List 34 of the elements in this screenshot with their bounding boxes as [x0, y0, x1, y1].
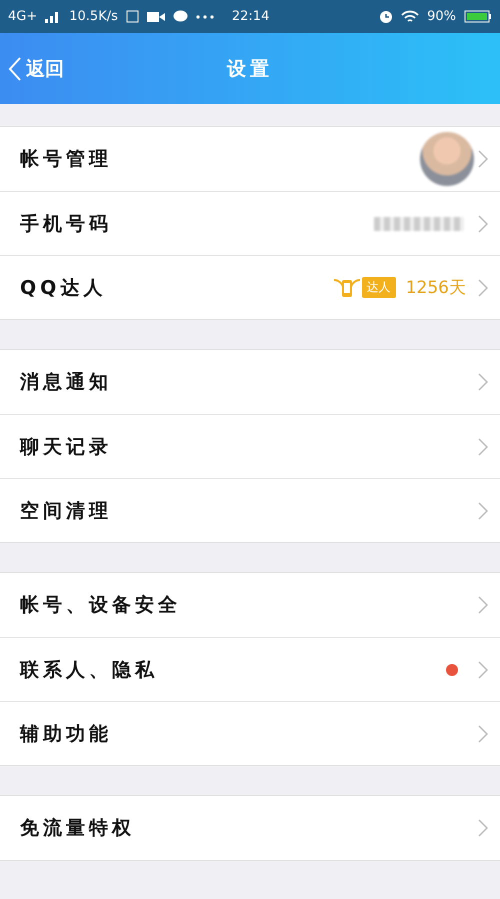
chevron-icon — [478, 214, 488, 232]
setting-label[interactable]: 帐号、设备安全 — [20, 592, 478, 618]
setting-label[interactable]: QQ达人 — [20, 274, 332, 300]
network-speed: 10.5K/s — [69, 9, 118, 24]
chevron-icon — [478, 660, 488, 678]
page-title: 设置 — [227, 56, 273, 82]
clock-time: 22:14 — [232, 9, 270, 24]
setting-label[interactable]: 帐号管理 — [20, 146, 420, 172]
chevron-icon — [478, 724, 488, 742]
setting-label[interactable]: 免流量特权 — [20, 815, 478, 841]
setting-label[interactable]: 消息通知 — [20, 369, 478, 395]
days-count: 1256天 — [406, 277, 466, 299]
chevron-icon — [478, 150, 488, 168]
setting-label[interactable]: 聊天记录 — [20, 434, 478, 460]
setting-label[interactable]: 联系人、隐私 — [20, 656, 446, 682]
setting-label[interactable]: 空间清理 — [20, 498, 478, 524]
video-icon — [146, 10, 165, 22]
battery-percent: 90% — [427, 9, 456, 24]
chevron-icon — [478, 502, 488, 520]
chevron-icon — [478, 819, 488, 837]
network-type: 4G+ — [8, 9, 38, 24]
back-icon — [8, 56, 22, 82]
battery-icon — [464, 10, 492, 23]
chevron-icon — [478, 373, 488, 391]
alarm-icon — [379, 10, 394, 24]
chat-bubble-icon — [172, 10, 188, 23]
setting-label[interactable]: 手机号码 — [20, 210, 374, 236]
more-icon — [196, 14, 214, 18]
wifi-icon — [401, 10, 420, 24]
setting-label[interactable]: 辅助功能 — [20, 720, 478, 746]
chevron-icon — [478, 596, 488, 614]
expert-badge: 达人 — [362, 277, 396, 298]
chevron-icon — [478, 438, 488, 456]
chevron-icon — [478, 278, 488, 296]
